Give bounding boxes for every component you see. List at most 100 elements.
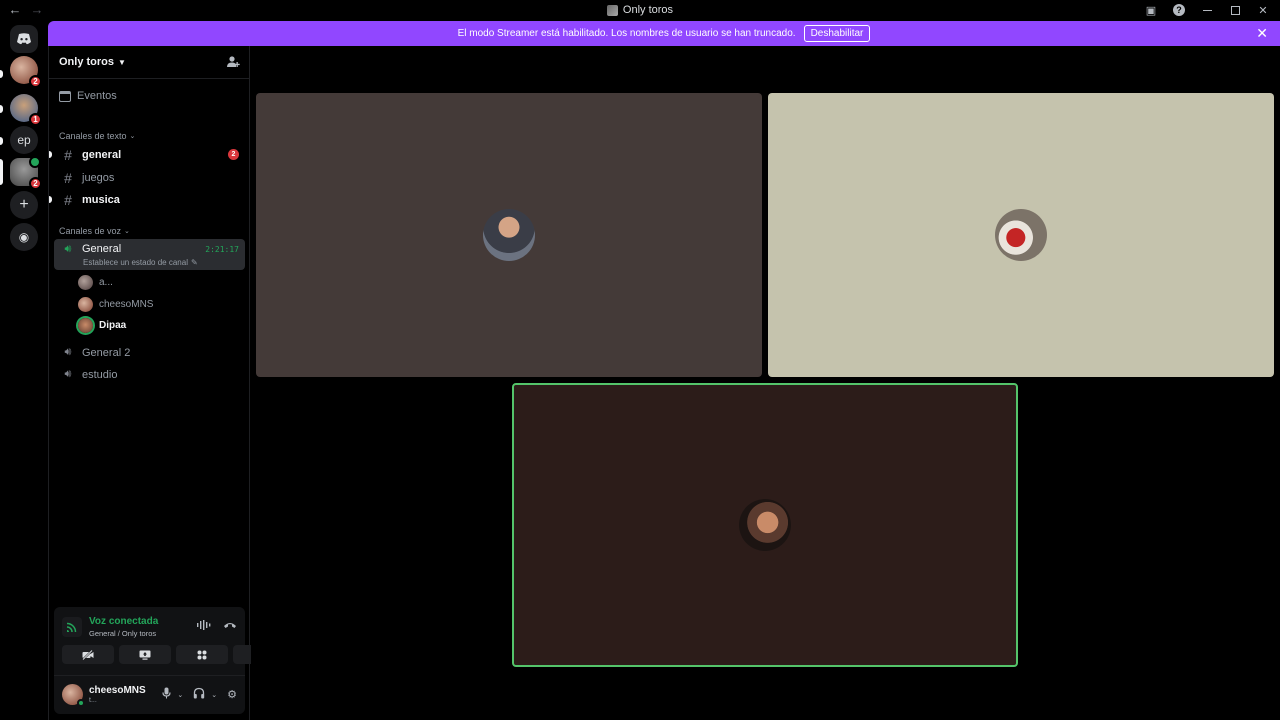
server-thumbnail-icon: [606, 4, 618, 16]
unread-pill: [0, 137, 3, 145]
user-name[interactable]: cheesoMNS: [89, 685, 146, 696]
chevron-down-icon: ▼: [118, 57, 126, 67]
channel-label: General: [82, 243, 122, 255]
chevron-down-icon[interactable]: ⌄: [177, 691, 183, 699]
maximize-button[interactable]: [1228, 3, 1242, 17]
disable-streamer-button[interactable]: Deshabilitar: [803, 25, 871, 42]
streamer-mode-banner: El modo Streamer está habilitado. Los no…: [48, 21, 1280, 46]
chevron-down-icon[interactable]: ⌄: [211, 691, 217, 699]
minimize-button[interactable]: [1200, 3, 1214, 17]
voice-connected-title[interactable]: Voz conectada: [89, 616, 158, 627]
help-icon[interactable]: ?: [1172, 3, 1186, 17]
category-label: Canales de texto: [59, 131, 127, 141]
user-status: t...: [89, 697, 97, 704]
discord-home-button[interactable]: [10, 25, 38, 53]
discord-logo-icon: [17, 33, 31, 45]
unread-pill: [0, 70, 3, 78]
channel-sidebar: Only toros ▼ Eventos Canales de texto ⌄ …: [48, 46, 285, 720]
events-label: Eventos: [77, 90, 117, 102]
window-controls: ▣ ? ✕: [1144, 3, 1270, 17]
server-mention-badge: 2: [29, 177, 42, 190]
voice-user[interactable]: Dipaa: [78, 316, 126, 334]
channel-musica[interactable]: # musica: [49, 189, 245, 210]
activities-button[interactable]: [176, 645, 228, 664]
channel-juegos[interactable]: # juegos: [54, 167, 245, 188]
avatar: [78, 274, 93, 290]
discover-compass-icon[interactable]: ◉: [10, 223, 38, 251]
server-icon-1[interactable]: 2: [10, 56, 42, 88]
channel-status-text: Establece un estado de canal: [83, 258, 188, 267]
online-status-icon: [77, 699, 85, 707]
camera-off-button[interactable]: [62, 645, 114, 664]
voice-channels-category[interactable]: Canales de voz ⌄: [59, 226, 130, 236]
voice-actions: [197, 620, 237, 633]
calendar-icon: [59, 90, 71, 102]
close-window-button[interactable]: ✕: [1256, 3, 1270, 17]
channel-status[interactable]: Establece un estado de canal ✎: [83, 258, 198, 267]
user-area: cheesoMNS t... ⌄ ⌄ ⚙: [54, 675, 245, 714]
participant-tile[interactable]: [768, 93, 1274, 377]
speaker-icon: 🔊︎: [64, 368, 72, 380]
signal-icon[interactable]: [62, 617, 82, 637]
participant-avatar: [739, 499, 791, 551]
microphone-icon[interactable]: [162, 687, 171, 702]
voice-channel-general[interactable]: 🔊︎ General 2:21:17 Establece un estado d…: [54, 239, 245, 270]
server-icon-ep[interactable]: ep: [10, 126, 38, 154]
server-icon-2[interactable]: 1: [10, 94, 42, 126]
headphones-icon[interactable]: [193, 687, 205, 702]
channel-label: musica: [82, 193, 120, 206]
voice-connected-subtitle[interactable]: General / Only toros: [89, 629, 156, 638]
close-icon[interactable]: ✕: [1256, 25, 1268, 42]
events-item[interactable]: Eventos: [59, 90, 117, 102]
server-mention-badge: 1: [29, 113, 42, 126]
server-icon-only-toros[interactable]: 2: [10, 156, 42, 190]
voice-user[interactable]: cheesoMNS: [78, 295, 153, 313]
mention-badge: 2: [228, 149, 239, 160]
noise-suppression-icon[interactable]: [197, 620, 211, 633]
call-timer: 2:21:17: [205, 245, 239, 254]
voice-channel-general-2[interactable]: 🔊︎ General 2: [54, 342, 245, 363]
chevron-down-icon: ⌄: [129, 133, 136, 140]
voice-user-name: a...: [99, 276, 113, 288]
speaker-icon: 🔊︎: [64, 243, 72, 255]
unread-pill: [0, 105, 3, 113]
inbox-icon[interactable]: ▣: [1144, 3, 1158, 17]
selected-pill: [0, 159, 3, 185]
hash-icon: #: [64, 191, 72, 208]
window-title-text: Only toros: [622, 4, 674, 16]
add-server-button[interactable]: +: [10, 191, 38, 219]
chevron-down-icon: ⌄: [124, 228, 130, 235]
channel-label: estudio: [82, 368, 118, 381]
user-controls: ⌄ ⌄ ⚙: [162, 687, 237, 702]
voice-call-stage: [251, 46, 1280, 720]
voice-user[interactable]: a...: [78, 273, 113, 291]
channel-label: general: [82, 148, 122, 161]
avatar: [78, 296, 93, 312]
server-mention-badge: 2: [29, 75, 42, 88]
voice-user-name: cheesoMNS: [99, 298, 154, 310]
gear-icon[interactable]: ⚙: [227, 688, 237, 701]
voice-panel: Voz conectada General / Only toros chees…: [54, 607, 285, 714]
avatar: [78, 317, 93, 333]
participant-tile[interactable]: [256, 93, 762, 377]
category-label: Canales de voz: [59, 226, 122, 236]
channel-general[interactable]: # general 2: [49, 144, 245, 165]
user-avatar[interactable]: [62, 684, 85, 707]
banner-message: El modo Streamer está habilitado. Los no…: [457, 28, 796, 39]
server-rail: 2 1 ep 2 + ◉: [0, 21, 48, 720]
invite-people-icon[interactable]: [226, 55, 240, 69]
participant-avatar: [995, 209, 1047, 261]
participant-tile-speaking[interactable]: [512, 383, 1018, 667]
speaker-icon: 🔊︎: [64, 346, 72, 358]
participant-avatar: [483, 209, 535, 261]
title-bar: ← → Only toros ▣ ? ✕: [0, 0, 1280, 21]
channel-label: juegos: [82, 171, 115, 184]
text-channels-category[interactable]: Canales de texto ⌄: [59, 131, 135, 141]
window-title: Only toros: [0, 4, 1280, 16]
disconnect-icon[interactable]: [223, 620, 237, 633]
voice-channel-estudio[interactable]: 🔊︎ estudio: [54, 364, 245, 385]
hash-icon: #: [64, 146, 72, 163]
guild-header[interactable]: Only toros ▼: [49, 46, 250, 79]
pencil-icon: ✎: [190, 258, 198, 267]
screen-share-button[interactable]: [119, 645, 171, 664]
